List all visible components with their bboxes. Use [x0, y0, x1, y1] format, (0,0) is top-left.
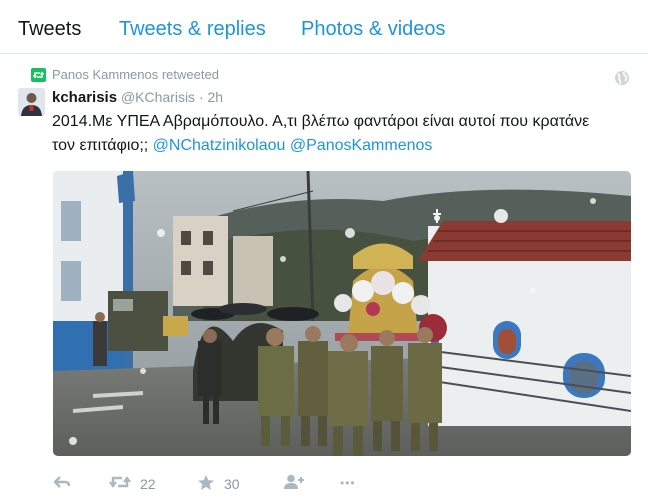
reply-icon [53, 476, 71, 488]
retweet-button[interactable]: 22 [109, 473, 159, 495]
tweet-header: kcharisis @KCharisis · 2h [52, 88, 223, 107]
mention-nchatzinikolaou[interactable]: @NChatzinikolaou [153, 137, 286, 154]
retweeted-by-link[interactable]: Panos Kammenos retweeted [52, 67, 219, 82]
follow-icon [284, 474, 304, 489]
tweet-text: 2014.Με ΥΠΕΑ Αβραμόπουλο. Α,τι βλέπω φαν… [52, 110, 612, 158]
more-button[interactable]: ••• [340, 472, 366, 494]
favorite-button[interactable]: 30 [197, 473, 247, 495]
reply-button[interactable] [53, 473, 73, 495]
star-icon [198, 475, 214, 490]
more-icon: ••• [340, 476, 356, 490]
tweet-timestamp[interactable]: 2h [208, 89, 224, 105]
separator: · [198, 89, 204, 105]
tweet-actions: 22 30 ••• [0, 469, 648, 499]
tweet-photo[interactable] [53, 171, 631, 456]
retweet-icon [109, 476, 131, 488]
tab-tweets-and-replies[interactable]: Tweets & replies [119, 17, 266, 41]
author-handle[interactable]: @KCharisis [121, 89, 195, 105]
tab-tweets[interactable]: Tweets [18, 17, 81, 41]
retweet-count: 22 [140, 476, 156, 492]
avatar[interactable] [18, 88, 45, 116]
retweet-badge-icon [31, 68, 46, 82]
globe-icon[interactable] [614, 70, 630, 86]
mention-panoskammenos[interactable]: @PanosKammenos [290, 137, 433, 154]
author-name[interactable]: kcharisis [52, 89, 117, 106]
profile-tabs: Tweets Tweets & replies Photos & videos [0, 0, 648, 54]
tab-photos-and-videos[interactable]: Photos & videos [301, 17, 446, 41]
tweet[interactable]: Panos Kammenos retweeted kcharisis @KCha… [0, 55, 648, 500]
follow-button[interactable] [283, 473, 305, 495]
favorite-count: 30 [224, 476, 240, 492]
